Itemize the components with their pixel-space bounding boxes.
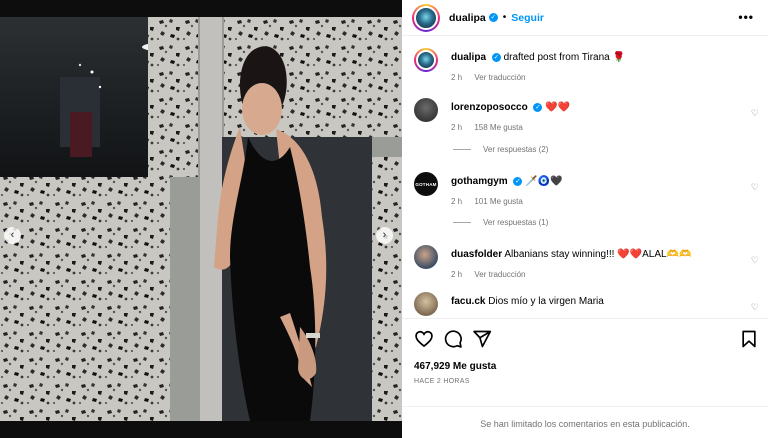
action-icons <box>414 329 759 349</box>
comment-likes[interactable]: 158 Me gusta <box>474 123 522 132</box>
comments-limited-notice: Se han limitado los comentarios en esta … <box>402 406 768 429</box>
comment-text: gothamgym ✓ 🗡️🧿🖤 <box>451 176 563 187</box>
more-options-icon[interactable]: ••• <box>738 10 754 24</box>
comment-bubble-icon[interactable] <box>443 329 463 349</box>
translate-link[interactable]: Ver traducción <box>474 270 525 279</box>
like-comment-heart-icon[interactable]: ♡ <box>751 182 759 193</box>
caption-text: dualipa ✓ drafted post from Tirana 🌹 <box>451 52 625 63</box>
comment-body: ❤️❤️ <box>545 102 571 113</box>
comment-username[interactable]: duasfolder <box>451 249 502 260</box>
caption-time: 2 h <box>451 73 463 82</box>
chevron-right-icon: › <box>382 229 387 241</box>
share-paper-plane-icon[interactable] <box>472 329 492 349</box>
photo-top-bar <box>0 0 402 17</box>
post-photo[interactable]: ‹ › <box>0 17 402 421</box>
comment-row: GOTHAM gothamgym ✓ 🗡️🧿🖤 2 h 101 Me gusta… <box>414 172 759 212</box>
verified-icon: ✓ <box>533 102 543 112</box>
comment-avatar[interactable] <box>414 245 438 269</box>
like-comment-heart-icon[interactable]: ♡ <box>751 302 759 313</box>
chevron-left-icon: ‹ <box>10 229 15 241</box>
save-bookmark-icon[interactable] <box>739 329 759 349</box>
follow-button[interactable]: Seguir <box>511 12 544 24</box>
post-modal: ‹ › dualipa ✓ • Seguir ••• dualipa ✓ dra… <box>0 0 768 438</box>
post-side-panel: dualipa ✓ • Seguir ••• dualipa ✓ drafted… <box>402 0 768 438</box>
photo-illustration <box>0 17 402 421</box>
like-comment-heart-icon[interactable]: ♡ <box>751 108 759 119</box>
like-heart-icon[interactable] <box>414 329 434 349</box>
next-photo-button[interactable]: › <box>376 227 393 244</box>
replies-divider <box>453 222 471 224</box>
comment-meta: 2 h 158 Me gusta <box>451 123 533 132</box>
translate-link[interactable]: Ver traducción <box>474 73 525 82</box>
comment-meta: 2 h 101 Me gusta <box>451 197 533 206</box>
comment-meta: 2 h Ver traducción <box>451 270 536 279</box>
comment-text: facu.ck Dios mío y la virgen Maria <box>451 296 604 307</box>
comment-body: Albanians stay winning!!! ❤️❤️ALAL🫶🫶 <box>504 249 692 260</box>
verified-icon: ✓ <box>513 176 523 186</box>
comments-list[interactable]: dualipa ✓ drafted post from Tirana 🌹 2 h… <box>402 37 768 317</box>
replies-divider <box>453 149 471 151</box>
post-timestamp[interactable]: HACE 2 HORAS <box>414 378 470 385</box>
verified-icon: ✓ <box>488 13 498 22</box>
comment-username[interactable]: facu.ck <box>451 296 485 307</box>
comment-avatar[interactable] <box>414 292 438 316</box>
caption-meta: 2 h Ver traducción <box>451 73 536 82</box>
comment-username[interactable]: gothamgym <box>451 176 508 187</box>
post-actions: 467,929 Me gusta HACE 2 HORAS Se han lim… <box>402 318 768 438</box>
caption-row: dualipa ✓ drafted post from Tirana 🌹 2 h… <box>414 48 759 88</box>
comment-time: 2 h <box>451 270 463 279</box>
comment-time: 2 h <box>451 123 463 132</box>
comment-avatar[interactable] <box>414 98 438 122</box>
caption-avatar[interactable] <box>414 48 438 72</box>
comment-row: lorenzoposocco ✓ ❤️❤️ 2 h 158 Me gusta ♡ <box>414 98 759 138</box>
likes-count[interactable]: 467,929 Me gusta <box>414 361 496 372</box>
replies-label: Ver respuestas (2) <box>483 145 549 154</box>
verified-icon: ✓ <box>491 52 501 62</box>
comment-avatar[interactable]: GOTHAM <box>414 172 438 196</box>
replies-label: Ver respuestas (1) <box>483 218 549 227</box>
comment-username[interactable]: lorenzoposocco <box>451 102 528 113</box>
photo-bottom-bar <box>0 421 402 438</box>
comment-text: duasfolder Albanians stay winning!!! ❤️❤… <box>451 249 691 260</box>
comment-text: lorenzoposocco ✓ ❤️❤️ <box>451 102 570 113</box>
previous-photo-button[interactable]: ‹ <box>4 227 21 244</box>
comment-body: 🗡️🧿🖤 <box>525 176 563 187</box>
author-username[interactable]: dualipa <box>449 12 486 24</box>
caption-body: drafted post from Tirana 🌹 <box>503 52 625 63</box>
author-avatar[interactable] <box>412 3 440 32</box>
comment-row: facu.ck Dios mío y la virgen Maria 2 h ♡ <box>414 292 759 317</box>
comment-body: Dios mío y la virgen Maria <box>488 296 604 307</box>
like-comment-heart-icon[interactable]: ♡ <box>751 255 759 266</box>
comment-time: 2 h <box>451 197 463 206</box>
comment-row: duasfolder Albanians stay winning!!! ❤️❤… <box>414 245 759 285</box>
caption-username[interactable]: dualipa <box>451 52 486 63</box>
view-replies-link[interactable]: Ver respuestas (2) <box>453 145 548 154</box>
post-header: dualipa ✓ • Seguir ••• <box>402 0 768 36</box>
view-replies-link[interactable]: Ver respuestas (1) <box>453 218 548 227</box>
comment-likes[interactable]: 101 Me gusta <box>474 197 522 206</box>
separator-dot: • <box>502 12 507 23</box>
